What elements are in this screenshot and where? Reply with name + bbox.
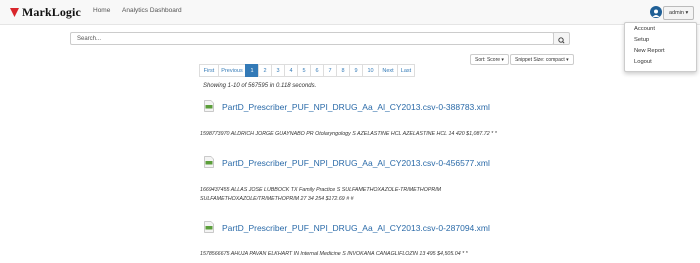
page-next[interactable]: Next	[378, 64, 398, 77]
result-title[interactable]: PartD_Prescriber_PUF_NPI_DRUG_Aa_Al_CY20…	[222, 102, 490, 112]
search-icon	[558, 37, 565, 44]
result-snippet: 1578566675 AHUJA PAVAN ELKHART IN Intern…	[200, 251, 468, 257]
page-10[interactable]: 10	[362, 64, 379, 77]
logo-text: MarkLogic	[22, 4, 81, 19]
page-1[interactable]: 1	[245, 64, 259, 77]
result-snippet: SULFAMETHOXAZOLE/TRIMETHOPRIM 27 34 254 …	[200, 196, 354, 202]
user-dropdown-menu: Account Setup New Report Logout	[624, 22, 697, 72]
snippet-size-dropdown[interactable]: Snippet Size: compact ▾	[510, 54, 574, 65]
page-6[interactable]: 6	[310, 64, 324, 77]
user-icon	[652, 9, 660, 17]
user-avatar[interactable]	[650, 6, 662, 18]
logo-mark-icon	[10, 7, 19, 17]
page-4[interactable]: 4	[284, 64, 298, 77]
page-2[interactable]: 2	[258, 64, 272, 77]
result-snippet: 1598773970 ALDRICH JORGE GUAYNABO PR Oto…	[200, 131, 497, 137]
search-button[interactable]	[553, 32, 570, 45]
menu-item-setup[interactable]: Setup	[634, 37, 649, 43]
xml-file-icon	[204, 156, 214, 168]
result-title[interactable]: PartD_Prescriber_PUF_NPI_DRUG_Aa_Al_CY20…	[222, 158, 490, 168]
nav-analytics-dashboard[interactable]: Analytics Dashboard	[122, 7, 182, 14]
page-8[interactable]: 8	[336, 64, 350, 77]
pagination: First Previous 1 2 3 4 5 6 7 8 9 10 Next…	[199, 64, 415, 77]
result-snippet: 1669437455 ALLAS JOSE LUBBOCK TX Family …	[200, 187, 442, 193]
xml-file-icon	[204, 100, 214, 112]
page-9[interactable]: 9	[349, 64, 363, 77]
page-first[interactable]: First	[199, 64, 219, 77]
marklogic-logo[interactable]: MarkLogic	[10, 4, 81, 20]
sort-dropdown[interactable]: Sort: Score ▾	[470, 54, 509, 65]
nav-home[interactable]: Home	[93, 7, 110, 14]
menu-item-new-report[interactable]: New Report	[634, 48, 665, 54]
menu-item-account[interactable]: Account	[634, 26, 655, 32]
search-input[interactable]: Search...	[70, 32, 554, 45]
page-5[interactable]: 5	[297, 64, 311, 77]
results-count: Showing 1-10 of 567595 in 0.118 seconds.	[203, 83, 317, 89]
result-title[interactable]: PartD_Prescriber_PUF_NPI_DRUG_Aa_Al_CY20…	[222, 223, 490, 233]
top-navbar: MarkLogic Home Analytics Dashboard admin…	[0, 0, 700, 25]
menu-item-logout[interactable]: Logout	[634, 59, 652, 65]
page-previous[interactable]: Previous	[218, 64, 246, 77]
page-3[interactable]: 3	[271, 64, 285, 77]
page-7[interactable]: 7	[323, 64, 337, 77]
page-last[interactable]: Last	[397, 64, 415, 77]
xml-file-icon	[204, 221, 214, 233]
user-menu-button[interactable]: admin ▾	[663, 6, 695, 20]
